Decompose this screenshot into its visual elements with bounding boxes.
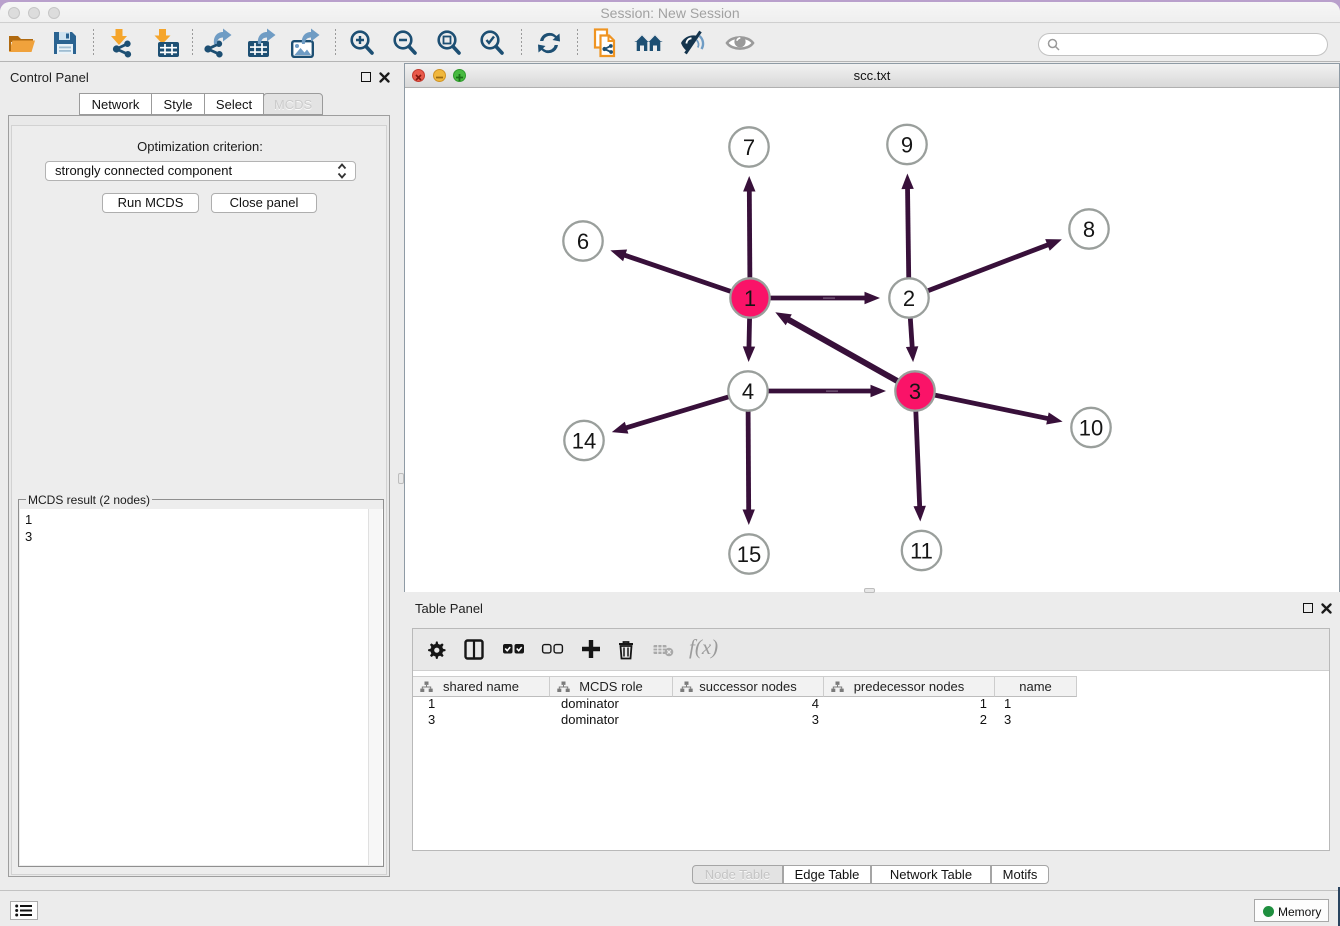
svg-text:11: 11 xyxy=(910,539,933,564)
svg-text:2: 2 xyxy=(903,286,915,311)
svg-text:10: 10 xyxy=(1079,416,1103,441)
svg-text:4: 4 xyxy=(742,379,754,404)
svg-text:1: 1 xyxy=(744,286,756,311)
svg-text:7: 7 xyxy=(743,135,755,160)
svg-text:8: 8 xyxy=(1083,217,1095,242)
svg-text:9: 9 xyxy=(901,133,913,158)
svg-text:14: 14 xyxy=(572,429,596,454)
svg-text:15: 15 xyxy=(737,542,761,567)
svg-text:3: 3 xyxy=(909,379,921,404)
svg-text:6: 6 xyxy=(577,229,589,254)
